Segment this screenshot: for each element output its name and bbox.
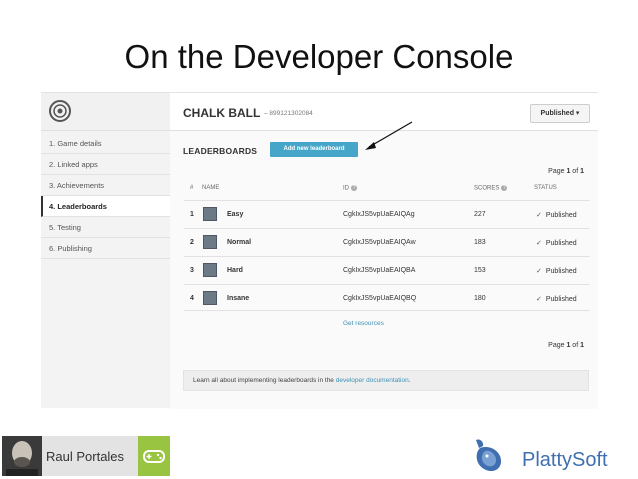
sidebar-item-publishing[interactable]: 6. Publishing bbox=[41, 238, 170, 259]
leaderboard-name[interactable]: Normal bbox=[227, 239, 251, 246]
column-num: # bbox=[190, 185, 194, 191]
leaderboard-thumbnail-icon bbox=[203, 207, 217, 221]
column-name: NAME bbox=[202, 185, 220, 191]
slide: On the Developer Console 1. Game details… bbox=[0, 0, 638, 479]
section-title: LEADERBOARDS bbox=[183, 146, 258, 156]
footer-end: . bbox=[408, 377, 411, 384]
author-name-bar: Raul Portales bbox=[42, 436, 138, 476]
games-services-logo-icon[interactable] bbox=[49, 100, 71, 122]
pagination-prefix: Page bbox=[548, 168, 567, 175]
status-label: Published bbox=[545, 240, 577, 247]
pagination-total: 1 bbox=[580, 342, 584, 349]
console-header-left bbox=[41, 93, 170, 131]
leaderboard-status: ✓ Published bbox=[536, 267, 577, 275]
column-id-label: ID bbox=[343, 185, 349, 192]
sidebar-item-testing[interactable]: 5. Testing bbox=[41, 217, 170, 238]
annotation-arrow-icon bbox=[365, 121, 413, 150]
pagination-sep: of bbox=[570, 342, 581, 349]
leaderboard-name[interactable]: Hard bbox=[227, 267, 243, 274]
author-avatar bbox=[2, 436, 42, 476]
row-number: 1 bbox=[190, 211, 194, 218]
row-number: 4 bbox=[190, 295, 194, 302]
table-row[interactable]: 4 Insane CgkIxJS5vpUaEAIQBQ 180 ✓ Publish… bbox=[184, 284, 590, 311]
status-label: Published bbox=[545, 296, 577, 303]
leaderboard-status: ✓ Published bbox=[536, 295, 577, 303]
docs-footer: Learn all about implementing leaderboard… bbox=[183, 370, 589, 391]
table-row[interactable]: 2 Normal CgkIxJS5vpUaEAIQAw 183 ✓ Publish… bbox=[184, 228, 590, 255]
table-row[interactable]: 1 Easy CgkIxJS5vpUaEAIQAg 227 ✓ Published bbox=[184, 200, 590, 227]
platypus-logo-icon bbox=[476, 439, 502, 472]
column-scores: SCORES? bbox=[474, 185, 508, 192]
leaderboard-scores: 153 bbox=[474, 267, 486, 274]
table-header: # NAME ID? SCORES? STATUS bbox=[170, 185, 598, 195]
sidebar-nav: 1. Game details 2. Linked apps 3. Achiev… bbox=[41, 133, 170, 333]
leaderboard-status: ✓ Published bbox=[536, 211, 577, 219]
sidebar-item-achievements[interactable]: 3. Achievements bbox=[41, 175, 170, 196]
checkmark-icon: ✓ bbox=[536, 212, 542, 219]
leaderboard-scores: 180 bbox=[474, 295, 486, 302]
author-name: Raul Portales bbox=[46, 449, 125, 464]
help-icon[interactable]: ? bbox=[351, 185, 357, 191]
pagination-sep: of bbox=[570, 168, 581, 175]
publish-state-dropdown[interactable]: Published ▾ bbox=[530, 104, 590, 123]
checkmark-icon: ✓ bbox=[536, 268, 542, 275]
person-avatar-icon bbox=[2, 436, 42, 476]
help-icon[interactable]: ? bbox=[501, 185, 508, 191]
leaderboard-id: CgkIxJS5vpUaEAIQBQ bbox=[343, 295, 417, 302]
leaderboard-scores: 183 bbox=[474, 239, 486, 246]
pagination-prefix: Page bbox=[548, 342, 567, 349]
leaderboard-thumbnail-icon bbox=[203, 235, 217, 249]
leaderboard-thumbnail-icon bbox=[203, 263, 217, 277]
leaderboard-id: CgkIxJS5vpUaEAIQAg bbox=[343, 211, 415, 218]
android-gamepad-badge bbox=[138, 436, 170, 476]
sidebar-item-linked-apps[interactable]: 2. Linked apps bbox=[41, 154, 170, 175]
footer-text: Learn all about implementing leaderboard… bbox=[193, 377, 336, 384]
column-scores-label: SCORES bbox=[474, 185, 500, 192]
sidebar-item-leaderboards[interactable]: 4. Leaderboards bbox=[41, 196, 170, 217]
sidebar-item-game-details[interactable]: 1. Game details bbox=[41, 133, 170, 154]
leaderboard-scores: 227 bbox=[474, 211, 486, 218]
row-number: 3 bbox=[190, 267, 194, 274]
leaderboard-id: CgkIxJS5vpUaEAIQBA bbox=[343, 267, 416, 274]
status-label: Published bbox=[545, 212, 577, 219]
slide-title: On the Developer Console bbox=[124, 38, 514, 75]
game-title: CHALK BALL bbox=[183, 106, 261, 120]
row-number: 2 bbox=[190, 239, 194, 246]
table-row[interactable]: 3 Hard CgkIxJS5vpUaEAIQBA 153 ✓ Published bbox=[184, 256, 590, 283]
leaderboard-name[interactable]: Easy bbox=[227, 211, 243, 218]
checkmark-icon: ✓ bbox=[536, 296, 542, 303]
status-label: Published bbox=[545, 268, 577, 275]
developer-documentation-link[interactable]: developer documentation bbox=[336, 377, 409, 384]
leaderboard-thumbnail-icon bbox=[203, 291, 217, 305]
game-id: – 899121302084 bbox=[264, 110, 313, 117]
checkmark-icon: ✓ bbox=[536, 240, 542, 247]
pagination-total: 1 bbox=[580, 168, 584, 175]
pagination-top: Page 1 of 1 bbox=[548, 168, 584, 175]
leaderboard-name[interactable]: Insane bbox=[227, 295, 249, 302]
leaderboard-status: ✓ Published bbox=[536, 239, 577, 247]
get-resources-link[interactable]: Get resources bbox=[343, 320, 384, 327]
gamepad-icon bbox=[143, 450, 165, 463]
pagination-bottom: Page 1 of 1 bbox=[548, 342, 584, 349]
leaderboard-id: CgkIxJS5vpUaEAIQAw bbox=[343, 239, 416, 246]
add-leaderboard-button[interactable]: Add new leaderboard bbox=[270, 142, 358, 157]
developer-console-screenshot: 1. Game details 2. Linked apps 3. Achiev… bbox=[41, 92, 598, 409]
brand-name: PlattySoft bbox=[522, 449, 608, 471]
column-status: STATUS bbox=[534, 185, 557, 191]
column-id: ID? bbox=[343, 185, 357, 192]
